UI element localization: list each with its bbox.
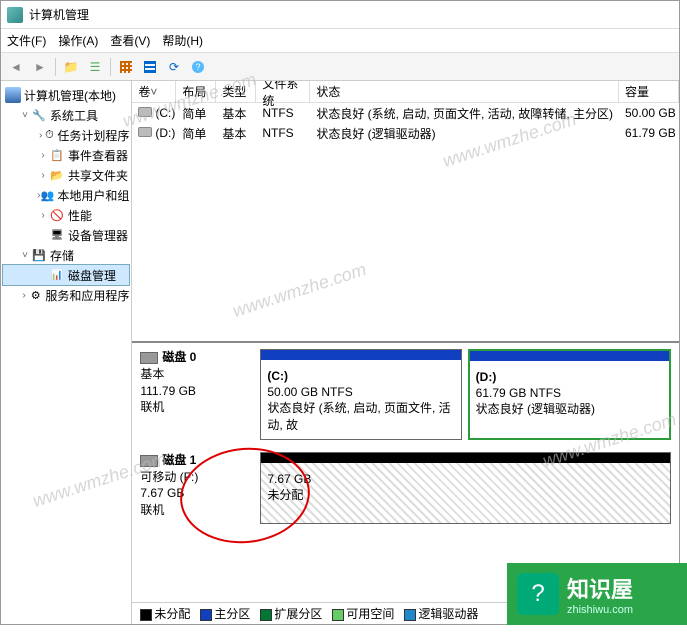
volume-row[interactable]: (D:) 简单 基本 NTFS 状态良好 (逻辑驱动器) 61.79 GB <box>132 123 679 143</box>
services-icon <box>29 287 42 303</box>
tree-item-task[interactable]: ›任务计划程序 <box>3 125 129 145</box>
body: 计算机管理(本地) ˅系统工具 ›任务计划程序 ›事件查看器 ›共享文件夹 ›本… <box>1 81 679 624</box>
partition-d[interactable]: (D:)61.79 GB NTFS状态良好 (逻辑驱动器) <box>468 349 671 440</box>
tree-item-perf[interactable]: ›性能 <box>3 205 129 225</box>
tree-item-storage[interactable]: ˅存储 <box>3 245 129 265</box>
partition-c[interactable]: (C:)50.00 GB NTFS状态良好 (系统, 启动, 页面文件, 活动,… <box>260 349 461 440</box>
partition-unallocated[interactable]: 7.67 GB未分配 <box>260 452 671 524</box>
tree-item-services[interactable]: ›服务和应用程序 <box>3 285 129 305</box>
tree-item-users[interactable]: ›本地用户和组 <box>3 185 129 205</box>
brand-domain: zhishiwu.com <box>567 604 633 616</box>
help-icon: ? <box>192 61 204 73</box>
window-title: 计算机管理 <box>29 6 89 23</box>
tree-item-diskmgmt[interactable]: 磁盘管理 <box>3 265 129 285</box>
expand-icon: › <box>37 150 49 161</box>
drive-icon <box>138 107 152 117</box>
tree-item-devmgr[interactable]: 设备管理器 <box>3 225 129 245</box>
drive-icon <box>138 127 152 137</box>
col-capacity[interactable]: 容量 <box>619 81 679 102</box>
separator <box>55 58 56 76</box>
expand-icon: › <box>37 130 44 141</box>
computer-icon <box>5 87 21 103</box>
col-fs[interactable]: 文件系统 <box>256 81 310 102</box>
tree-item-systools[interactable]: ˅系统工具 <box>3 105 129 125</box>
swatch-primary <box>200 609 212 621</box>
expand-icon: › <box>37 210 49 221</box>
view-grid-button[interactable] <box>115 56 137 78</box>
list-icon <box>144 61 156 73</box>
storage-icon <box>31 247 47 263</box>
brand-name: 知识屋 <box>567 572 633 604</box>
brand-badge: ? 知识屋 zhishiwu.com <box>507 563 687 625</box>
tree-panel: 计算机管理(本地) ˅系统工具 ›任务计划程序 ›事件查看器 ›共享文件夹 ›本… <box>1 81 132 624</box>
volume-header: 卷 布局 类型 文件系统 状态 容量 <box>132 81 679 103</box>
toolbar: ? <box>1 53 679 81</box>
menu-action[interactable]: 操作(A) <box>58 32 98 49</box>
swatch-extended <box>260 609 272 621</box>
col-status[interactable]: 状态 <box>310 81 619 102</box>
disk-icon <box>49 267 65 283</box>
forward-button[interactable] <box>29 56 51 78</box>
menu-view[interactable]: 查看(V) <box>110 32 150 49</box>
separator <box>110 58 111 76</box>
swatch-free <box>332 609 344 621</box>
folder-icon <box>64 60 79 74</box>
expand-icon: › <box>19 290 29 301</box>
device-icon <box>49 227 65 243</box>
wrench-icon <box>31 107 47 123</box>
tree-item-event[interactable]: ›事件查看器 <box>3 145 129 165</box>
disk-1-info: 磁盘 1 可移动 (F:) 7.67 GB 联机 <box>140 452 260 524</box>
scheduler-icon <box>44 127 54 143</box>
menubar: 文件(F) 操作(A) 查看(V) 帮助(H) <box>1 29 679 53</box>
volume-list: 卷 布局 类型 文件系统 状态 容量 (C:) 简单 基本 NTFS 状态良好 … <box>132 81 679 341</box>
expand-icon: › <box>37 170 49 181</box>
tree-item-share[interactable]: ›共享文件夹 <box>3 165 129 185</box>
col-type[interactable]: 类型 <box>216 81 256 102</box>
grid-icon <box>120 61 132 73</box>
collapse-icon: ˅ <box>19 110 31 121</box>
main-panel: 卷 布局 类型 文件系统 状态 容量 (C:) 简单 基本 NTFS 状态良好 … <box>132 81 679 624</box>
volume-row[interactable]: (C:) 简单 基本 NTFS 状态良好 (系统, 启动, 页面文件, 活动, … <box>132 103 679 123</box>
tree-root-label: 计算机管理(本地) <box>24 87 116 104</box>
app-window: 计算机管理 文件(F) 操作(A) 查看(V) 帮助(H) ? 计算机管理(本地… <box>0 0 680 625</box>
swatch-unalloc <box>140 609 152 621</box>
users-icon <box>41 187 55 203</box>
disk-icon <box>140 455 158 467</box>
titlebar: 计算机管理 <box>1 1 679 29</box>
brand-icon: ? <box>517 573 559 615</box>
disk-icon <box>140 352 158 364</box>
disk-0-info: 磁盘 0 基本 111.79 GB 联机 <box>140 349 260 440</box>
col-volume[interactable]: 卷 <box>132 81 176 102</box>
view-list-button[interactable] <box>139 56 161 78</box>
app-icon <box>7 7 23 23</box>
refresh-button[interactable] <box>163 56 185 78</box>
open-button[interactable] <box>60 56 82 78</box>
back-button[interactable] <box>5 56 27 78</box>
menu-help[interactable]: 帮助(H) <box>162 32 203 49</box>
col-layout[interactable]: 布局 <box>176 81 216 102</box>
properties-button[interactable] <box>84 56 106 78</box>
swatch-logical <box>404 609 416 621</box>
disk-1[interactable]: 磁盘 1 可移动 (F:) 7.67 GB 联机 7.67 GB未分配 <box>140 452 671 524</box>
menu-file[interactable]: 文件(F) <box>7 32 46 49</box>
help-button[interactable]: ? <box>187 56 209 78</box>
share-icon <box>49 167 65 183</box>
collapse-icon: ˅ <box>19 250 31 261</box>
event-icon <box>49 147 65 163</box>
disk-0[interactable]: 磁盘 0 基本 111.79 GB 联机 (C:)50.00 GB NTFS状态… <box>140 349 671 440</box>
perf-icon <box>49 207 65 223</box>
tree-root-item[interactable]: 计算机管理(本地) <box>3 85 129 105</box>
